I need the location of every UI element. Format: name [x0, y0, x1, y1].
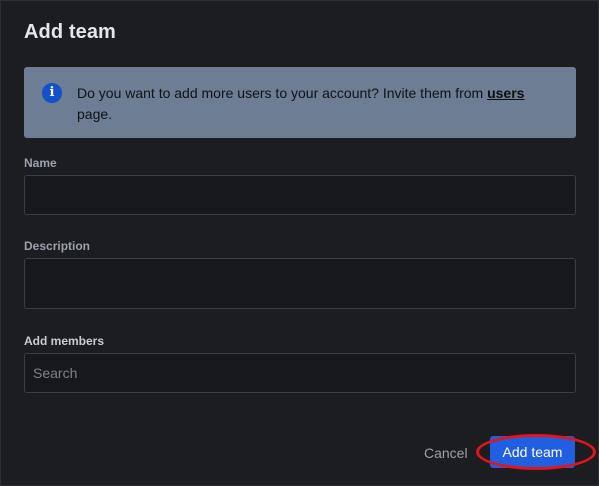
users-page-link[interactable]: users — [487, 85, 524, 101]
description-field[interactable] — [24, 258, 576, 309]
add-team-button[interactable]: Add team — [490, 436, 575, 468]
name-label: Name — [24, 156, 57, 170]
member-search-input[interactable] — [24, 353, 576, 393]
description-label: Description — [24, 239, 91, 253]
add-team-dialog: Add team i Do you want to add more users… — [0, 0, 599, 486]
name-field[interactable] — [24, 175, 576, 215]
cancel-button[interactable]: Cancel — [416, 439, 476, 467]
info-banner: i Do you want to add more users to your … — [24, 67, 576, 138]
dialog-title: Add team — [24, 21, 116, 43]
info-banner-text-before: Do you want to add more users to your ac… — [77, 85, 488, 101]
info-banner-text: Do you want to add more users to your ac… — [77, 83, 557, 125]
info-banner-text-after: page. — [77, 106, 113, 122]
info-icon: i — [42, 83, 62, 103]
add-members-label: Add members — [24, 334, 105, 348]
